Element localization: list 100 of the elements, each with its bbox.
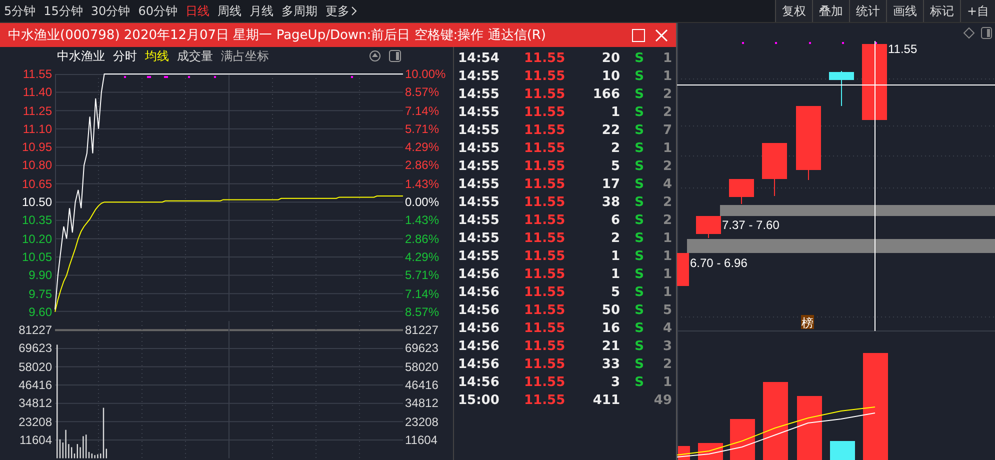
trade-price: 11.55 — [524, 392, 564, 408]
window-title: 中水渔业(000798) 2020年12月07日 星期一 PageUp/Down:前后日 空格键:操作 通达信(R) — [8, 27, 546, 44]
percent-axis-label: 7.14% — [404, 102, 440, 120]
close-icon[interactable] — [655, 28, 668, 42]
toolbar-button[interactable]: 标记 — [922, 0, 960, 22]
trade-side: S — [634, 104, 644, 120]
trade-time: 14:55 — [458, 158, 500, 174]
trade-time: 14:55 — [458, 212, 500, 228]
period-tab[interactable]: 多周期 — [277, 0, 322, 22]
volume-bar — [730, 419, 755, 460]
percent-axis-label: 4.29% — [404, 248, 440, 266]
trade-volume: 33 — [600, 356, 620, 372]
upload-icon[interactable] — [369, 50, 381, 62]
period-tab[interactable]: 日线 — [181, 0, 214, 22]
trade-time: 14:55 — [458, 248, 500, 264]
volume-axis-label: 34812 — [18, 395, 53, 412]
period-tab[interactable]: 更多 — [321, 0, 362, 22]
trade-time: 14:55 — [458, 68, 500, 84]
trade-price: 11.55 — [524, 266, 564, 282]
chart-title: 中水渔业 — [57, 48, 105, 64]
trade-price: 11.55 — [524, 140, 564, 156]
period-tab[interactable]: 60分钟 — [134, 0, 182, 22]
trade-volume: 10 — [600, 68, 620, 84]
trade-volume: 5 — [610, 284, 620, 300]
maximize-icon[interactable] — [632, 28, 645, 42]
trade-volume: 166 — [592, 86, 620, 102]
trade-side: S — [634, 284, 644, 300]
percent-axis-label: 2.86% — [404, 230, 440, 248]
toolbar-button[interactable]: 画线 — [886, 0, 923, 22]
trade-count: 2 — [662, 212, 672, 228]
trade-count: 1 — [662, 266, 672, 282]
trade-side: S — [634, 122, 644, 138]
trade-side: S — [634, 338, 644, 354]
price-axis-label: 11.25 — [22, 102, 53, 120]
price-axis-label: 9.60 — [28, 304, 53, 321]
volume-axis-label: 23208 — [404, 414, 440, 431]
percent-axis-label: 4.29% — [404, 139, 440, 156]
trade-side: S — [634, 212, 644, 228]
trade-price: 11.55 — [524, 122, 564, 138]
price-axis-label: 10.35 — [20, 212, 53, 230]
trade-count: 1 — [662, 68, 672, 84]
trade-time: 14:56 — [458, 338, 500, 354]
price-axis-label: 9.75 — [28, 286, 53, 303]
trade-side: S — [634, 86, 644, 102]
diamond-icon[interactable] — [963, 27, 975, 39]
trade-volume: 411 — [592, 392, 620, 408]
trade-price: 11.55 — [524, 320, 564, 336]
trade-volume: 38 — [600, 194, 620, 210]
percent-axis-label: 5.71% — [404, 267, 440, 284]
toolbar-button[interactable]: 叠加 — [812, 0, 849, 22]
price-axis-label: 10.80 — [20, 157, 53, 174]
trade-count: 3 — [662, 338, 672, 354]
trade-volume: 1 — [610, 266, 620, 282]
trade-time: 14:55 — [458, 104, 500, 120]
legend-label[interactable]: 成交量 — [177, 48, 213, 64]
trade-volume: 20 — [600, 50, 620, 66]
price-axis-label: 11.55 — [22, 66, 53, 83]
toolbar-button[interactable]: +自 — [960, 0, 995, 22]
trade-time: 14:54 — [458, 50, 500, 66]
candlestick — [762, 142, 787, 196]
trade-volume: 2 — [610, 230, 620, 246]
trade-volume: 3 — [610, 374, 620, 390]
period-tab[interactable]: 15分钟 — [40, 0, 87, 22]
trade-price: 11.55 — [524, 104, 564, 120]
trade-price: 11.55 — [524, 356, 564, 372]
volume-bar — [797, 396, 822, 460]
trade-price: 11.55 — [524, 302, 564, 318]
candlestick — [829, 70, 854, 106]
trade-side: S — [634, 50, 644, 66]
trade-count: 2 — [662, 356, 672, 372]
trade-time: 14:55 — [458, 140, 500, 156]
trade-volume: 50 — [600, 302, 620, 318]
percent-axis-label: 8.57% — [404, 304, 440, 321]
legend-label[interactable]: 均线 — [145, 48, 169, 64]
trade-count: 1 — [662, 374, 672, 390]
toolbar-button[interactable]: 统计 — [848, 0, 886, 22]
period-tab[interactable]: 5分钟 — [0, 0, 40, 22]
trade-count: 2 — [662, 86, 672, 102]
rank-badge[interactable]: 榜 — [801, 315, 814, 330]
trade-price: 11.55 — [524, 338, 564, 354]
period-tab[interactable]: 30分钟 — [86, 0, 134, 22]
panel-toggle-icon[interactable] — [389, 50, 401, 62]
trade-volume: 5 — [610, 158, 620, 174]
legend-label[interactable]: 满占坐标 — [221, 48, 269, 64]
legend-label[interactable]: 分时 — [113, 48, 137, 64]
price-axis-label: 10.95 — [20, 139, 53, 156]
panel-toggle-icon[interactable] — [981, 27, 992, 39]
trade-count: 1 — [662, 248, 672, 264]
trade-price: 11.55 — [524, 248, 564, 264]
trade-side: S — [634, 140, 644, 156]
trade-side: S — [634, 194, 644, 210]
trade-count: 1 — [662, 140, 672, 156]
volume-axis-label: 46416 — [18, 377, 53, 394]
trade-time: 14:55 — [458, 194, 500, 210]
price-axis-label: 9.90 — [28, 267, 53, 284]
toolbar-button[interactable]: 复权 — [774, 0, 812, 22]
period-tab[interactable]: 周线 — [213, 0, 246, 22]
trade-price: 11.55 — [524, 194, 564, 210]
period-tab[interactable]: 月线 — [245, 0, 278, 22]
trade-side: S — [634, 68, 644, 84]
